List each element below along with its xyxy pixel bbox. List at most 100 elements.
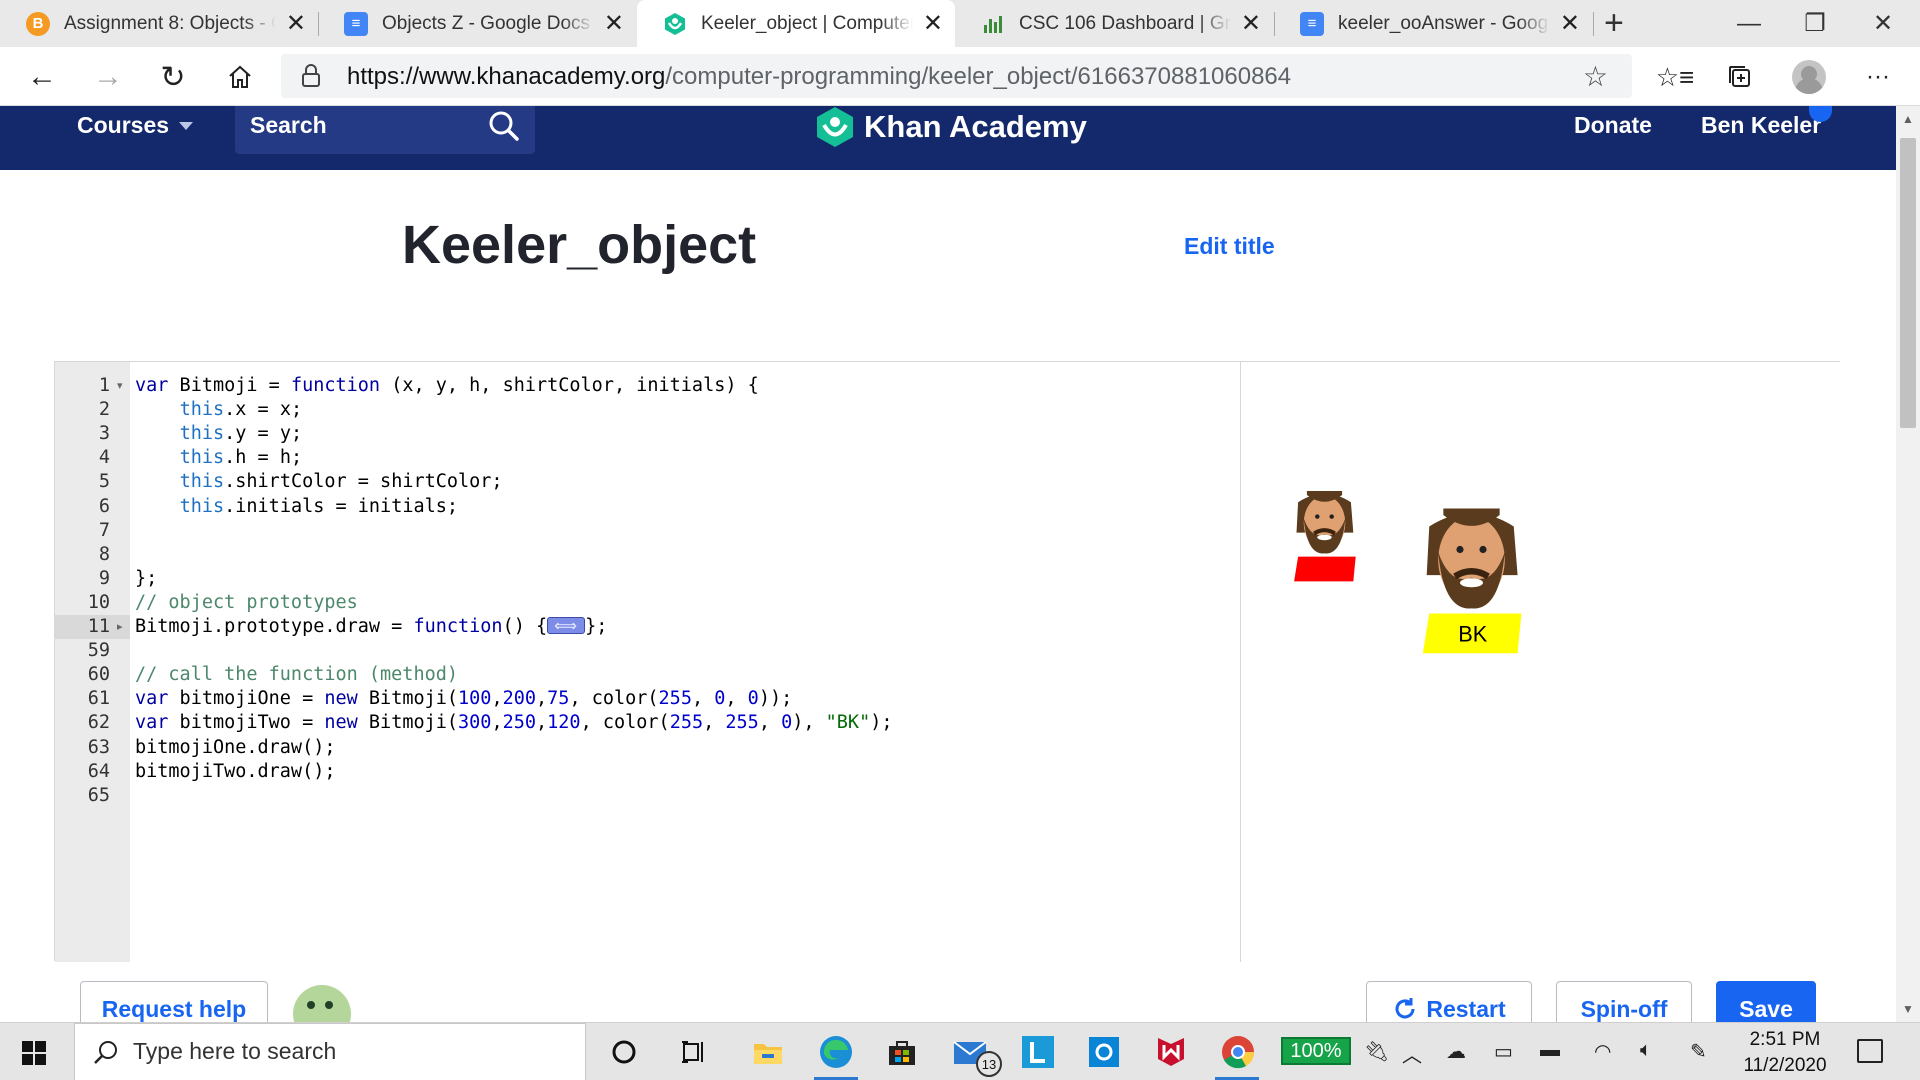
wifi-icon[interactable]: ◠: [1594, 1039, 1611, 1064]
browser-tab-keeler-object[interactable]: Keeler_object | Computer programming ✕: [637, 0, 955, 48]
edit-title-link[interactable]: Edit title: [1184, 233, 1275, 260]
code-line[interactable]: 11 ▸ Bitmoji.prototype.draw = function() {…: [55, 614, 1240, 639]
code-line[interactable]: 63 bitmojiOne.draw();: [55, 736, 1240, 760]
close-tab-icon[interactable]: ✕: [923, 12, 943, 36]
line-number: 9: [98, 567, 110, 589]
address-bar[interactable]: https://www.khanacademy.org/computer-pro…: [281, 54, 1632, 98]
volume-icon[interactable]: 🔈︎: [1640, 1039, 1652, 1062]
close-tab-icon[interactable]: ✕: [286, 11, 306, 36]
chrome-icon[interactable]: [1220, 1034, 1256, 1070]
onedrive-cloud-icon[interactable]: ☁: [1446, 1039, 1466, 1064]
notification-center-icon[interactable]: [1857, 1039, 1883, 1063]
power-plug-icon[interactable]: 🔌︎: [1364, 1039, 1389, 1064]
code-line[interactable]: 3 this.y = y;: [55, 422, 1240, 446]
lock-icon: [302, 64, 320, 87]
browser-tab-dashboard[interactable]: CSC 106 Dashboard | Grades ✕: [955, 0, 1273, 47]
favorites-list-icon[interactable]: ☆≡: [1655, 57, 1695, 97]
tab-title: Objects Z - Google Docs: [382, 12, 591, 34]
battery-icon[interactable]: ▬: [1540, 1039, 1560, 1062]
code-line[interactable]: 64 bitmojiTwo.draw();: [55, 760, 1240, 784]
line-number: 62: [87, 712, 110, 734]
request-help-label: Request help: [101, 995, 247, 1022]
google-docs-icon: ≡: [1300, 11, 1324, 36]
collections-icon[interactable]: [1720, 57, 1760, 97]
close-tab-icon[interactable]: ✕: [1560, 11, 1580, 36]
launcher-l-icon[interactable]: [1020, 1034, 1056, 1070]
search-input[interactable]: Search: [235, 106, 535, 154]
code-line[interactable]: 7: [55, 519, 1240, 543]
more-menu-icon[interactable]: ···: [1858, 57, 1898, 97]
fold-closed-icon[interactable]: ▸: [117, 615, 123, 639]
fold-open-icon[interactable]: ▾: [117, 374, 123, 398]
home-icon[interactable]: [220, 57, 260, 97]
code-line[interactable]: 10 // object prototypes: [55, 591, 1240, 615]
taskbar-search-input[interactable]: Type here to search: [74, 1023, 586, 1080]
file-explorer-icon[interactable]: [750, 1034, 786, 1070]
page-title: Keeler_object: [402, 215, 757, 275]
task-view-icon[interactable]: [676, 1034, 712, 1070]
dashboard-icon: [981, 12, 1005, 36]
close-tab-icon[interactable]: ✕: [604, 11, 624, 36]
restore-icon[interactable]: ❐: [1782, 0, 1848, 47]
close-tab-icon[interactable]: ✕: [1241, 11, 1261, 36]
scroll-up-icon[interactable]: ▲: [1902, 112, 1914, 126]
courses-menu[interactable]: Courses: [77, 112, 194, 139]
windows-taskbar: Type here to search 13 100% 🔌︎ ︿ ☁ ▭ ▬ ◠…: [0, 1022, 1920, 1080]
code-line[interactable]: 60 // call the function (method): [55, 663, 1240, 687]
line-number: 59: [87, 640, 110, 662]
browser-tab-assignment[interactable]: B Assignment 8: Objects - CSC 106 ✕: [0, 0, 318, 47]
scrollbar-thumb[interactable]: [1900, 138, 1916, 428]
battery-indicator[interactable]: 100%: [1281, 1037, 1351, 1065]
code-line[interactable]: 61 var bitmojiOne = new Bitmoji(100,200,7…: [55, 687, 1240, 711]
close-window-icon[interactable]: ✕: [1850, 0, 1916, 47]
minimize-icon[interactable]: —: [1716, 0, 1782, 47]
code-text: this.initials = initials;: [179, 495, 459, 517]
folded-code-widget[interactable]: [547, 614, 586, 638]
code-line[interactable]: 65: [55, 784, 1240, 808]
canvas-drawing: BK: [1294, 491, 1522, 654]
profile-avatar[interactable]: [1792, 60, 1826, 94]
browser-tab-objects-doc[interactable]: ≡ Objects Z - Google Docs ✕: [318, 0, 636, 47]
line-number: 10: [87, 591, 110, 613]
browser-tab-ooanswer-doc[interactable]: ≡ keeler_ooAnswer - Google Docs ✕: [1274, 0, 1592, 47]
windows-start-icon[interactable]: [22, 1041, 46, 1065]
favorite-star-icon[interactable]: ☆: [1583, 60, 1608, 93]
code-line[interactable]: 9};: [55, 567, 1240, 591]
forward-arrow-icon[interactable]: →: [88, 57, 128, 97]
page-scrollbar[interactable]: ▲ ▼: [1896, 106, 1920, 1022]
tab-title: CSC 106 Dashboard | Grades: [1019, 12, 1231, 34]
cortana-app-icon[interactable]: [1086, 1034, 1122, 1070]
line-number: 61: [87, 688, 110, 710]
code-line[interactable]: 1 ▾ var Bitmoji = function (x, y, h, shirt…: [55, 374, 1240, 398]
line-number: 64: [87, 760, 110, 782]
display-icon[interactable]: ▭: [1494, 1039, 1513, 1064]
chevron-up-icon[interactable]: ︿: [1402, 1039, 1422, 1068]
line-number: 5: [98, 471, 110, 493]
taskbar-search-placeholder: Type here to search: [133, 1038, 337, 1064]
donate-link[interactable]: Donate: [1574, 112, 1652, 139]
mcafee-icon[interactable]: [1153, 1034, 1189, 1070]
code-editor[interactable]: 1 ▾ var Bitmoji = function (x, y, h, shirt…: [55, 362, 1240, 962]
output-canvas[interactable]: BK: [1241, 362, 1841, 962]
pen-icon[interactable]: ✎: [1690, 1039, 1707, 1064]
user-menu[interactable]: Ben Keeler: [1701, 112, 1821, 139]
edge-browser-icon[interactable]: [818, 1034, 854, 1070]
code-line[interactable]: 2 this.x = x;: [55, 398, 1240, 422]
code-line[interactable]: 62 var bitmojiTwo = new Bitmoji(300,250,1…: [55, 711, 1240, 735]
code-line[interactable]: 59: [55, 639, 1240, 663]
url-text: https://www.khanacademy.org/computer-pro…: [347, 63, 1291, 91]
scroll-down-icon[interactable]: ▼: [1902, 1002, 1914, 1016]
code-text: this.h = h;: [179, 447, 303, 469]
system-clock[interactable]: 2:51 PM 11/2/2020: [1736, 1027, 1834, 1079]
refresh-icon[interactable]: ↻: [153, 57, 193, 97]
code-line[interactable]: 6 this.initials = initials;: [55, 495, 1240, 519]
khan-academy-logo[interactable]: Khan Academy: [816, 106, 1087, 148]
store-icon[interactable]: [884, 1034, 920, 1070]
new-tab-button[interactable]: +: [1604, 6, 1624, 40]
cortana-icon[interactable]: [606, 1034, 642, 1070]
code-line[interactable]: 8: [55, 543, 1240, 567]
bitmoji-initials: BK: [1458, 622, 1488, 647]
code-line[interactable]: 5 this.shirtColor = shirtColor;: [55, 470, 1240, 494]
back-arrow-icon[interactable]: ←: [22, 57, 62, 97]
code-line[interactable]: 4 this.h = h;: [55, 446, 1240, 470]
